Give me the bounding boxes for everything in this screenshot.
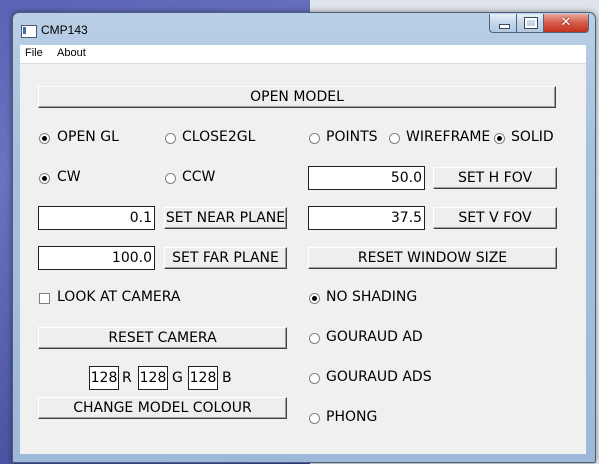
set-near-plane-button[interactable]: SET NEAR PLANE [164,207,287,229]
colour-g-field[interactable]: 128 [138,366,168,390]
menu-file[interactable]: File [25,47,43,59]
solid-label: SOLID [511,129,554,145]
maximize-button[interactable] [516,14,543,33]
solid-radio[interactable] [494,133,505,144]
colour-b-field[interactable]: 128 [188,366,218,390]
v-fov-field[interactable]: 37.5 [308,206,425,230]
reset-camera-button[interactable]: RESET CAMERA [38,327,287,349]
close-icon: ✕ [560,15,572,30]
ccw-label: CCW [182,169,216,185]
colour-r-label: R [122,370,132,386]
wireframe-label: WIREFRAME [406,129,491,145]
colour-r-field[interactable]: 128 [89,366,119,390]
look-at-camera-checkbox[interactable] [39,293,50,304]
reset-window-size-button[interactable]: RESET WINDOW SIZE [308,247,557,269]
set-v-fov-button[interactable]: SET V FOV [433,207,557,229]
window-title: CMP143 [41,23,88,37]
app-icon [21,25,37,38]
gouraud-ad-radio[interactable] [309,333,320,344]
minimize-icon [499,24,510,29]
menu-about[interactable]: About [57,47,86,59]
minimize-button[interactable] [489,14,516,33]
phong-label: PHONG [326,409,378,425]
no-shading-label: NO SHADING [326,289,418,305]
no-shading-radio[interactable] [309,293,320,304]
caption-buttons: ✕ [489,14,589,34]
menu-bar: File About [20,45,586,64]
close2gl-radio[interactable] [165,133,176,144]
close-button[interactable]: ✕ [543,14,589,33]
near-plane-field[interactable]: 0.1 [38,206,155,230]
points-label: POINTS [326,129,378,145]
gouraud-ad-label: GOURAUD AD [326,329,423,345]
client-area: OPEN MODEL OPEN GL CLOSE2GL POINTS WIREF… [20,64,586,454]
open-gl-radio[interactable] [39,133,50,144]
cw-label: CW [57,169,81,185]
phong-radio[interactable] [309,413,320,424]
look-at-camera-label: LOOK AT CAMERA [57,289,181,305]
cw-radio[interactable] [39,173,50,184]
ccw-radio[interactable] [165,173,176,184]
colour-b-label: B [222,370,232,386]
change-model-colour-button[interactable]: CHANGE MODEL COLOUR [38,397,287,419]
title-bar[interactable]: CMP143 ✕ [13,13,595,45]
colour-g-label: G [172,370,183,386]
far-plane-field[interactable]: 100.0 [38,246,155,270]
set-far-plane-button[interactable]: SET FAR PLANE [164,247,287,269]
open-model-button[interactable]: OPEN MODEL [38,86,556,108]
h-fov-field[interactable]: 50.0 [308,166,425,190]
app-window: CMP143 ✕ File About OPEN MODEL OPEN GL C… [12,12,596,463]
close2gl-label: CLOSE2GL [182,129,256,145]
open-gl-label: OPEN GL [57,129,119,145]
set-h-fov-button[interactable]: SET H FOV [433,167,557,189]
wireframe-radio[interactable] [389,133,400,144]
gouraud-ads-radio[interactable] [309,373,320,384]
points-radio[interactable] [309,133,320,144]
gouraud-ads-label: GOURAUD ADS [326,369,432,385]
maximize-icon [524,17,538,29]
